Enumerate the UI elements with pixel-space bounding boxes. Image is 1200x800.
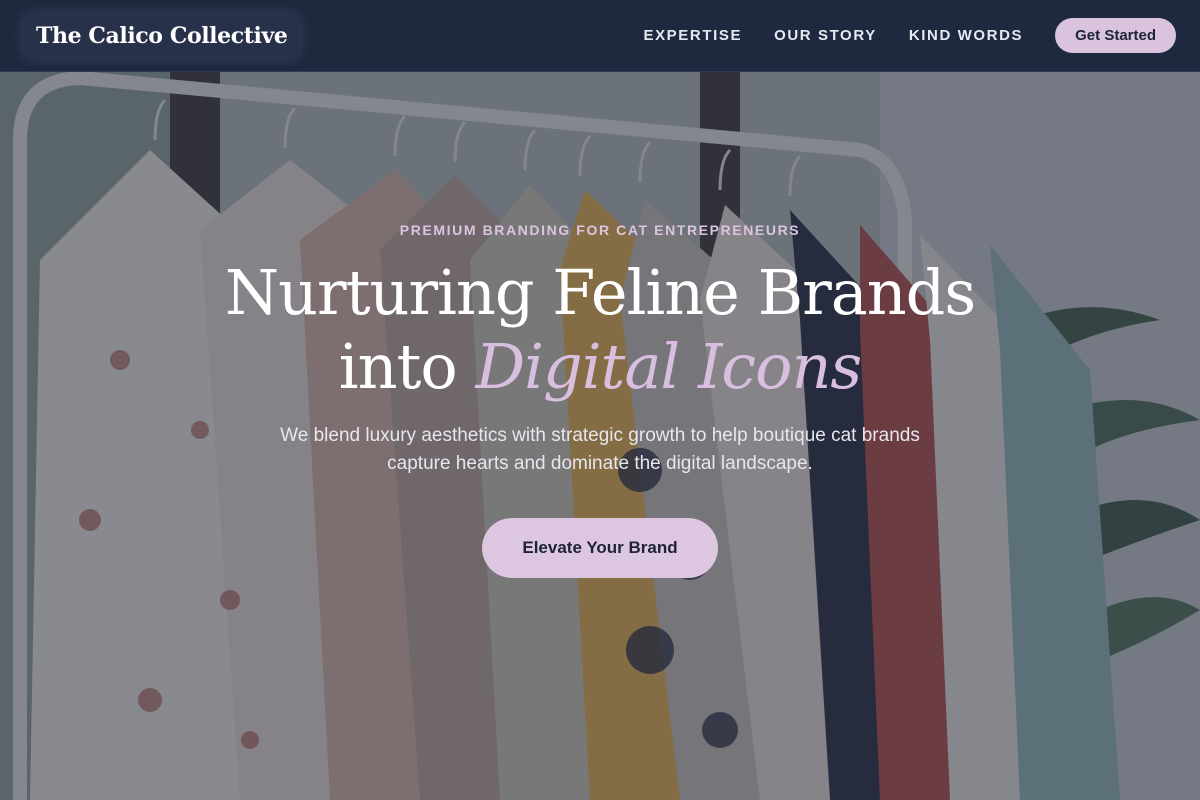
hero-subheadline: We blend luxury aesthetics with strategi… bbox=[280, 425, 920, 474]
get-started-button[interactable]: Get Started bbox=[1055, 18, 1176, 53]
headline-line-1: Nurturing Feline Brands bbox=[224, 256, 976, 329]
nav-link-our-story[interactable]: OUR STORY bbox=[774, 27, 877, 44]
headline-line-2-prefix: into bbox=[338, 330, 476, 403]
nav-link-expertise[interactable]: EXPERTISE bbox=[643, 27, 742, 44]
brand-logo[interactable]: The Calico Collective bbox=[24, 14, 300, 57]
top-navbar: The Calico Collective EXPERTISE OUR STOR… bbox=[0, 0, 1200, 72]
hero-content: PREMIUM BRANDING FOR CAT ENTREPRENEURS N… bbox=[0, 222, 1200, 578]
hero-headline: Nurturing Feline Brands into Digital Ico… bbox=[0, 256, 1200, 404]
hero-eyebrow: PREMIUM BRANDING FOR CAT ENTREPRENEURS bbox=[399, 222, 801, 238]
nav-link-kind-words[interactable]: KIND WORDS bbox=[909, 27, 1023, 44]
main-nav: EXPERTISE OUR STORY KIND WORDS Get Start… bbox=[643, 18, 1176, 53]
headline-accent: Digital Icons bbox=[475, 330, 862, 403]
elevate-brand-button[interactable]: Elevate Your Brand bbox=[482, 518, 718, 578]
